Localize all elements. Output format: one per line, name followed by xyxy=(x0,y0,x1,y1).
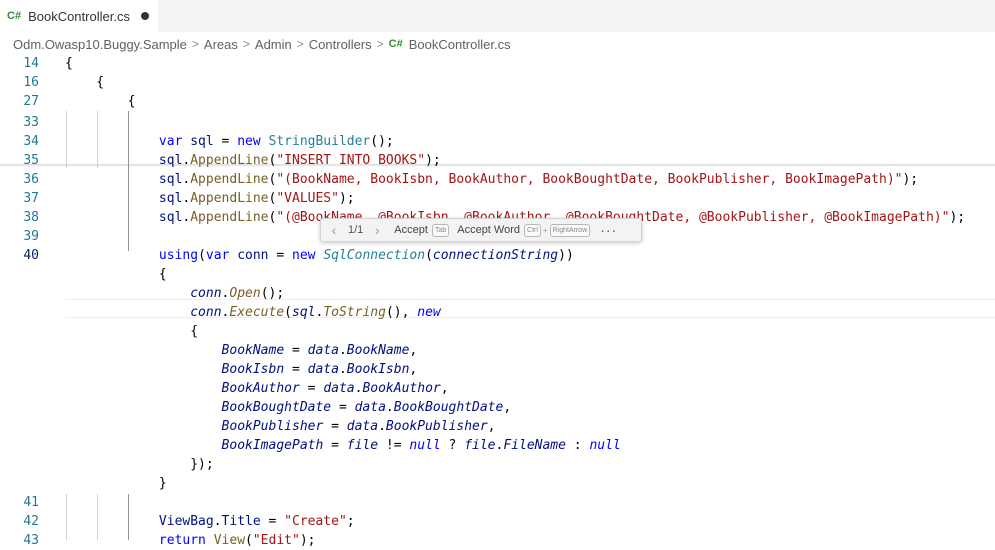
chevron-right-icon: > xyxy=(191,37,199,51)
code-text: }); xyxy=(65,457,214,472)
code-line[interactable]: conn.Open(); xyxy=(0,284,995,303)
breadcrumb-item-admin[interactable]: Admin xyxy=(255,37,292,52)
csharp-file-icon: C# xyxy=(7,10,22,22)
tab-title: BookController.cs xyxy=(28,8,130,24)
accept-label: Accept xyxy=(394,224,428,236)
code-line[interactable]: { xyxy=(0,322,995,341)
inline-suggestion-toolbar: ‹ 1/1 › Accept Tab Accept Word Ctrl + Ri… xyxy=(320,218,642,242)
code-text: { xyxy=(65,267,167,282)
line-number: 16 xyxy=(23,75,39,90)
code-editor[interactable]: 14{16 {27 {33 34 var sql = new StringBuil… xyxy=(0,54,995,548)
code-text: BookBoughtDate = data.BookBoughtDate, xyxy=(221,400,512,415)
chevron-right-icon: > xyxy=(296,37,304,51)
tab-key-hint: Tab xyxy=(431,223,450,237)
line-number: 36 xyxy=(23,172,39,187)
code-line[interactable]: conn.Execute(sql.ToString(), new xyxy=(0,303,995,322)
line-number: 33 xyxy=(23,115,39,130)
code-line[interactable]: 36 sql.AppendLine("(BookName, BookIsbn, … xyxy=(0,170,995,189)
code-text: var sql = new StringBuilder(); xyxy=(158,134,394,149)
code-text: ViewBag.Title = "Create"; xyxy=(158,514,355,529)
code-text: BookImagePath = file != null ? file.File… xyxy=(221,438,621,453)
code-line[interactable]: 43 return View("Edit"); xyxy=(0,531,995,550)
code-text: conn.Execute(sql.ToString(), new xyxy=(190,305,441,320)
code-line[interactable]: 16 { xyxy=(0,73,995,92)
code-text: BookName = data.BookName, xyxy=(221,343,418,358)
code-text: conn.Open(); xyxy=(190,286,285,301)
csharp-file-icon: C# xyxy=(388,38,403,50)
previous-suggestion-icon[interactable]: ‹ xyxy=(327,222,341,238)
suggestion-counter: 1/1 xyxy=(348,224,364,236)
code-line[interactable]: 35 sql.AppendLine("INSERT INTO BOOKS"); xyxy=(0,151,995,170)
code-text: BookIsbn = data.BookIsbn, xyxy=(221,362,418,377)
breadcrumb-item-project[interactable]: Odm.Owasp10.Buggy.Sample xyxy=(13,37,187,52)
code-text: sql.AppendLine("(BookName, BookIsbn, Boo… xyxy=(158,172,919,187)
code-line[interactable]: 27 { xyxy=(0,92,995,111)
code-line[interactable]: BookBoughtDate = data.BookBoughtDate, xyxy=(0,398,995,417)
code-text: { xyxy=(65,94,136,109)
chevron-right-icon: > xyxy=(376,37,384,51)
breadcrumb-item-areas[interactable]: Areas xyxy=(204,37,238,52)
code-text: { xyxy=(65,75,105,90)
accept-word-label: Accept Word xyxy=(457,224,521,236)
ctrl-key-hint: Ctrl xyxy=(524,223,541,237)
code-line[interactable]: 40 using(var conn = new SqlConnection(co… xyxy=(0,246,995,265)
line-number: 14 xyxy=(23,56,39,71)
code-line[interactable]: } xyxy=(0,474,995,493)
breadcrumb-item-file[interactable]: BookController.cs xyxy=(409,37,511,52)
code-line[interactable]: BookName = data.BookName, xyxy=(0,341,995,360)
line-number: 40 xyxy=(23,248,39,263)
more-actions-icon[interactable]: ··· xyxy=(600,222,617,238)
rightarrow-key-hint: RightArrow xyxy=(549,223,591,237)
code-text: { xyxy=(65,56,73,71)
code-line[interactable]: 14 { xyxy=(0,54,995,73)
code-text: return View("Edit"); xyxy=(158,533,316,548)
line-number: 34 xyxy=(23,134,39,149)
line-number: 37 xyxy=(23,191,39,206)
code-line[interactable]: BookAuthor = data.BookAuthor, xyxy=(0,379,995,398)
code-text: } xyxy=(65,476,167,491)
line-number: 39 xyxy=(23,229,39,244)
plus-sign: + xyxy=(542,225,548,235)
accept-word-button[interactable]: Accept Word Ctrl + RightArrow xyxy=(457,223,591,237)
line-number: 35 xyxy=(23,153,39,168)
next-suggestion-icon[interactable]: › xyxy=(370,222,384,238)
code-line[interactable]: 34 var sql = new StringBuilder(); xyxy=(0,132,995,151)
code-text: sql.AppendLine("VALUES"); xyxy=(158,191,355,206)
code-text: BookPublisher = data.BookPublisher, xyxy=(221,419,496,434)
code-line[interactable]: BookPublisher = data.BookPublisher, xyxy=(0,417,995,436)
tab-bookcontroller[interactable]: C# BookController.cs xyxy=(0,0,158,32)
line-number: 27 xyxy=(23,94,39,109)
code-line[interactable]: }); xyxy=(0,455,995,474)
breadcrumb: Odm.Owasp10.Buggy.Sample > Areas > Admin… xyxy=(13,35,511,53)
code-line[interactable]: 41 xyxy=(0,493,995,512)
code-line[interactable]: 33 xyxy=(0,113,995,132)
code-line[interactable]: { xyxy=(0,265,995,284)
code-line[interactable]: BookIsbn = data.BookIsbn, xyxy=(0,360,995,379)
line-number: 38 xyxy=(23,210,39,225)
accept-button[interactable]: Accept Tab xyxy=(394,223,450,237)
breadcrumb-item-controllers[interactable]: Controllers xyxy=(309,37,372,52)
code-text: sql.AppendLine("INSERT INTO BOOKS"); xyxy=(158,153,441,168)
code-text: using(var conn = new SqlConnection(conne… xyxy=(158,248,574,263)
tab-bar: C# BookController.cs xyxy=(0,0,995,32)
chevron-right-icon: > xyxy=(242,37,250,51)
line-number: 42 xyxy=(23,514,39,529)
line-number: 41 xyxy=(23,495,39,510)
line-number: 43 xyxy=(23,533,39,548)
code-line[interactable]: 37 sql.AppendLine("VALUES"); xyxy=(0,189,995,208)
code-text: BookAuthor = data.BookAuthor, xyxy=(221,381,449,396)
dot-icon[interactable] xyxy=(140,12,149,20)
code-text: { xyxy=(65,324,199,339)
code-line[interactable]: 42 ViewBag.Title = "Create"; xyxy=(0,512,995,531)
code-line[interactable]: BookImagePath = file != null ? file.File… xyxy=(0,436,995,455)
